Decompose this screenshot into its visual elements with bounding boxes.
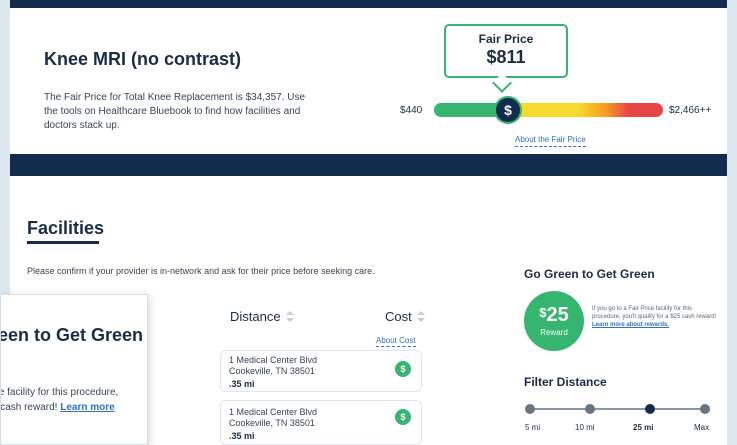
reward-value: 25 <box>546 304 569 326</box>
address-line-1: 1 Medical Center Blvd <box>229 355 318 365</box>
price-range-min: $440 <box>400 105 423 116</box>
cost-column-label: Cost <box>385 309 412 324</box>
procedure-title: Knee MRI (no contrast) <box>44 49 242 69</box>
range-bar-yellow-red-segment <box>508 103 663 117</box>
reward-description: If you go to a Fair Price facility for t… <box>592 305 718 329</box>
sort-icon[interactable] <box>416 310 426 323</box>
top-header-bar <box>10 0 727 8</box>
go-green-heading: Go Green to Get Green <box>524 267 655 281</box>
distance-option-5mi[interactable] <box>525 404 535 414</box>
learn-more-rewards-link[interactable]: Learn more about rewards. <box>592 322 669 328</box>
address-line-2: Cookeville, TN 38501 <box>229 418 315 428</box>
fair-price-tooltip: Fair Price $811 <box>444 24 568 78</box>
cost-dollar-icon: $ <box>395 409 411 425</box>
popup-title: Go Green to Get Green <box>0 325 144 345</box>
filter-distance-heading: Filter Distance <box>524 375 607 389</box>
facilities-heading: Facilities <box>27 218 105 238</box>
about-cost-link[interactable]: About Cost <box>376 336 416 347</box>
reward-label: Reward <box>540 328 568 337</box>
distance-option-max[interactable] <box>700 404 710 414</box>
address-line-2: Cookeville, TN 38501 <box>229 366 315 376</box>
reward-amount: $25 <box>524 302 584 326</box>
cost-column-header[interactable]: Cost <box>385 309 426 324</box>
fair-price-card: Knee MRI (no contrast) The Fair Price fo… <box>10 8 727 154</box>
fair-price-value: $811 <box>486 47 526 67</box>
procedure-description: The Fair Price for Total Knee Replacemen… <box>44 92 306 131</box>
about-fair-price-link[interactable]: About the Fair Price <box>515 135 586 147</box>
fair-price-label: Fair Price <box>478 32 534 46</box>
distance-column-label: Distance <box>230 309 281 324</box>
confirm-provider-notice: Please confirm if your provider is in-ne… <box>27 266 375 276</box>
address-line-1: 1 Medical Center Blvd <box>229 407 318 417</box>
distance-slider-track[interactable] <box>530 408 705 410</box>
popup-text: If you go to a Fair Price facility for t… <box>1 385 141 430</box>
sort-icon[interactable] <box>285 310 295 323</box>
facility-row[interactable]: 1 Medical Center Blvd Cookeville, TN 385… <box>220 350 422 392</box>
distance-label-max[interactable]: Max <box>694 423 709 432</box>
distance-label-5mi[interactable]: 5 mi <box>525 423 540 432</box>
facility-row[interactable]: 1 Medical Center Blvd Cookeville, TN 385… <box>220 400 422 445</box>
facilities-heading-underline <box>27 241 99 244</box>
distance-option-25mi[interactable] <box>645 404 655 414</box>
reward-badge: $25 Reward <box>524 291 584 351</box>
distance-label-10mi[interactable]: 10 mi <box>575 423 595 432</box>
facility-address: 1 Medical Center Blvd Cookeville, TN 385… <box>229 407 317 429</box>
go-green-popup: Go Green to Get Green If you go to a Fai… <box>0 294 148 445</box>
price-range-bar <box>434 103 663 117</box>
cost-dollar-icon: $ <box>395 361 411 377</box>
distance-column-header[interactable]: Distance <box>230 309 295 324</box>
section-divider-bar <box>10 154 727 176</box>
dollar-marker-icon: $ <box>494 96 522 124</box>
distance-option-10mi[interactable] <box>585 404 595 414</box>
price-range-max: $2,466++ <box>669 105 712 116</box>
reward-description-text: If you go to a Fair Price facility for t… <box>592 306 717 320</box>
facility-address: 1 Medical Center Blvd Cookeville, TN 385… <box>229 355 317 377</box>
facility-distance: .35 mi <box>229 379 255 389</box>
distance-label-25mi[interactable]: 25 mi <box>633 423 653 432</box>
facility-distance: .35 mi <box>229 431 255 441</box>
